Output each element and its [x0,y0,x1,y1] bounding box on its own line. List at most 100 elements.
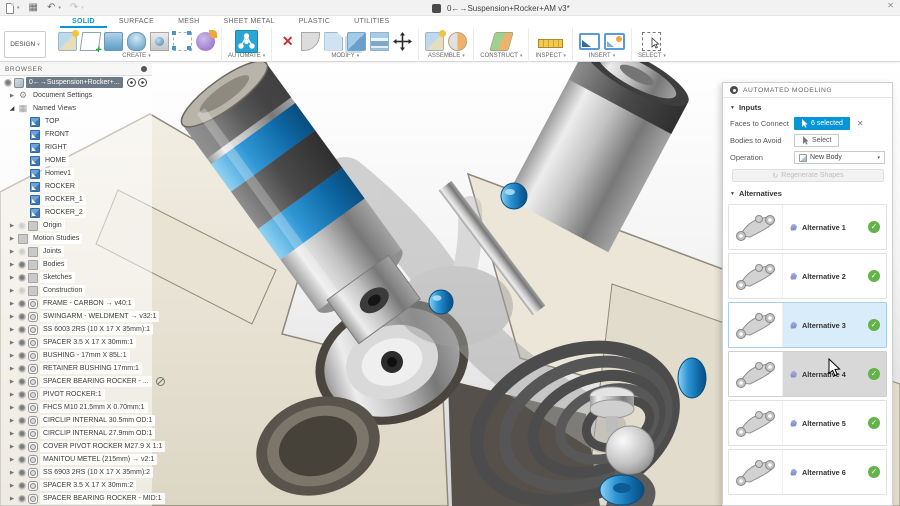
document-close-icon[interactable]: ✕ [887,1,894,10]
expander-icon[interactable] [8,430,16,437]
browser-tree-item[interactable]: FHCS M10 21.5mm X 0.70mm:1 [0,401,152,414]
browser-tree-item[interactable]: SWINGARM - WELDMENT → v32:1 [0,310,152,323]
visibility-icon[interactable] [18,404,26,412]
chamfer-icon[interactable] [324,32,343,51]
visibility-icon[interactable] [18,352,26,360]
visibility-icon[interactable] [18,326,26,334]
browser-tree-item[interactable]: ROCKER [0,180,152,193]
browser-tree-item[interactable]: Origin [0,219,152,232]
visibility-icon[interactable] [18,300,26,308]
select-tool-icon[interactable] [642,32,661,51]
alternative-row[interactable]: Alternative 5 ✓ [783,401,886,445]
inputs-section-header[interactable]: ▼ Inputs [723,98,892,115]
pattern-icon[interactable] [173,32,192,51]
browser-tree-item[interactable]: TOP [0,115,152,128]
expander-icon[interactable] [8,261,16,268]
browser-tree-item[interactable]: SPACER 3.5 X 17 X 30mm:1 [0,336,152,349]
delete-icon[interactable]: ✕ [278,32,297,51]
expander-icon[interactable] [8,274,16,281]
alternative-row[interactable]: Alternative 2 ✓ [783,254,886,298]
insert-canvas-icon[interactable] [604,33,625,50]
expander-icon[interactable] [8,222,16,229]
visibility-icon[interactable] [18,222,26,230]
design-workspace-menu[interactable]: DESIGN ▾ [4,31,46,58]
operation-dropdown[interactable]: New Body ▾ [794,151,885,164]
inspect-menu[interactable]: INSPECT▾ [535,53,566,59]
create-menu[interactable]: CREATE▾ [122,53,150,59]
visibility-icon[interactable] [18,261,26,269]
insert-derive-icon[interactable] [579,33,600,50]
browser-tree-item[interactable]: RIGHT [0,141,152,154]
assemble-menu[interactable]: ASSEMBLE▾ [428,53,465,59]
alternative-card[interactable]: Alternative 3 ✓ [728,302,887,348]
redo-icon[interactable]: ↷ [70,2,78,14]
select-menu[interactable]: SELECT▾ [638,53,666,59]
browser-tree-item[interactable]: ROCKER_1 [0,193,152,206]
redo-caret-icon[interactable]: ▾ [81,5,84,11]
browser-tree-item[interactable]: MANITOU METEL (215mm) → v2:1 [0,453,152,466]
construction-plane-icon[interactable] [489,32,513,51]
expander-icon[interactable] [8,391,16,398]
visibility-icon[interactable] [18,495,26,503]
expander-icon[interactable] [8,443,16,450]
insert-menu[interactable]: INSERT▾ [589,53,615,59]
browser-tree-item[interactable]: 0←→Suspension+Rocker+... [0,76,152,89]
joint-icon[interactable] [448,32,467,51]
browser-tree-item[interactable]: Named Views [0,102,152,115]
faces-selected-chip[interactable]: 6 selected [794,117,850,130]
file-menu-icon[interactable] [6,3,14,14]
expander-icon[interactable] [8,365,16,372]
undo-caret-icon[interactable]: ▾ [58,5,61,11]
form-icon[interactable] [196,32,215,51]
alternative-card[interactable]: Alternative 5 ✓ [728,400,887,446]
expander-icon[interactable] [8,287,16,294]
browser-tree-item[interactable]: Construction [0,284,152,297]
expander-icon[interactable] [8,313,16,320]
expander-icon[interactable] [8,352,16,359]
browser-tree-item[interactable]: Motion Studies [0,232,152,245]
visibility-icon[interactable] [18,339,26,347]
expander-icon[interactable] [8,105,16,112]
hole-icon[interactable] [150,32,169,51]
automated-modeling-icon[interactable] [235,30,258,53]
browser-tree-item[interactable]: SS 6903 2RS (10 X 17 X 35mm):2 [0,466,152,479]
browser-tree-item[interactable]: SPACER BEARING ROCKER - ... [0,375,152,388]
workspace-tab[interactable]: MESH [166,16,211,28]
new-component-icon[interactable] [425,32,444,51]
expander-icon[interactable] [8,404,16,411]
browser-tree-item[interactable]: CIRCLIP INTERNAL 30.5mm OD:1 [0,414,152,427]
visibility-icon[interactable] [18,456,26,464]
visibility-icon[interactable] [18,482,26,490]
browser-tree-item[interactable]: CIRCLIP INTERNAL 27.9mm OD:1 [0,427,152,440]
move-icon[interactable] [393,32,412,51]
expander-icon[interactable] [8,495,16,502]
expander-icon[interactable] [8,378,16,385]
browser-tree-item[interactable]: Homev1 [0,167,152,180]
document-tab[interactable]: 0←→Suspension+Rocker+AM v3* [432,0,570,16]
file-menu-caret-icon[interactable]: ▾ [17,5,20,11]
expander-icon[interactable] [8,235,16,242]
visibility-icon[interactable] [18,248,26,256]
browser-tree-item[interactable]: COVER PIVOT ROCKER M27.9 X 1:1 [0,440,152,453]
alternative-row[interactable]: Alternative 3 ✓ [783,303,886,347]
alternative-card[interactable]: Alternative 4 ✓ [728,351,887,397]
expander-icon[interactable] [8,482,16,489]
visibility-icon[interactable] [18,287,26,295]
expander-icon[interactable] [8,456,16,463]
new-component-icon[interactable] [58,32,77,51]
browser-tree-item[interactable]: Document Settings [0,89,152,102]
visibility-icon[interactable] [18,417,26,425]
browser-tree-item[interactable]: PIVOT ROCKER:1 [0,388,152,401]
fillet-icon[interactable] [301,32,320,51]
extrude-icon[interactable] [104,32,123,51]
workspace-tab[interactable]: SOLID [60,16,107,28]
workspace-tab[interactable]: SHEET METAL [212,16,287,28]
workspace-tab[interactable]: SURFACE [107,16,166,28]
visibility-icon[interactable] [18,391,26,399]
revolve-icon[interactable] [127,32,146,51]
browser-tree-item[interactable]: ROCKER_2 [0,206,152,219]
browser-filter-icon[interactable] [141,66,147,72]
clear-selection-icon[interactable]: ✕ [857,119,864,128]
expander-icon[interactable] [8,417,16,424]
regenerate-shapes-button[interactable]: ↻ Regenerate Shapes [732,169,884,182]
